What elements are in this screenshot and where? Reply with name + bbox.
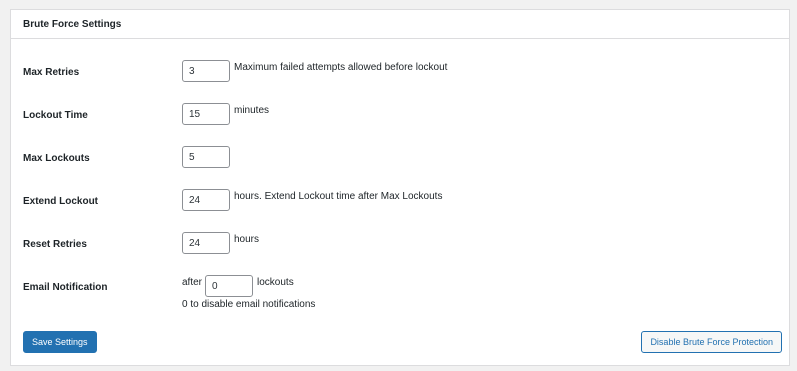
max-retries-description: Maximum failed attempts allowed before l… bbox=[234, 61, 448, 73]
email-notification-unit: lockouts bbox=[257, 276, 294, 288]
panel-title: Brute Force Settings bbox=[11, 10, 789, 39]
extend-lockout-input[interactable] bbox=[182, 189, 230, 211]
max-lockouts-label: Max Lockouts bbox=[23, 153, 90, 164]
brute-force-settings-panel: Brute Force Settings Max Retries Maximum… bbox=[10, 9, 790, 366]
lockout-time-unit: minutes bbox=[234, 104, 270, 116]
max-retries-field: Maximum failed attempts allowed before l… bbox=[182, 60, 447, 82]
lockout-time-field: minutes bbox=[182, 103, 269, 125]
disable-brute-force-button[interactable]: Disable Brute Force Protection bbox=[641, 331, 782, 353]
reset-retries-unit: hours bbox=[234, 233, 260, 245]
reset-retries-field: hours bbox=[182, 232, 259, 254]
extend-lockout-description: hours. Extend Lockout time after Max Loc… bbox=[234, 190, 443, 202]
extend-lockout-label: Extend Lockout bbox=[23, 196, 99, 207]
max-retries-label: Max Retries bbox=[23, 67, 80, 78]
extend-lockout-field: hours. Extend Lockout time after Max Loc… bbox=[182, 189, 442, 211]
max-lockouts-field bbox=[182, 146, 230, 168]
max-lockouts-input[interactable] bbox=[182, 146, 230, 168]
email-notification-prefix: after bbox=[182, 276, 203, 288]
max-retries-input[interactable] bbox=[182, 60, 230, 82]
lockout-time-input[interactable] bbox=[182, 103, 230, 125]
email-notification-field: after lockouts bbox=[182, 275, 294, 297]
reset-retries-label: Reset Retries bbox=[23, 239, 87, 250]
lockout-time-label: Lockout Time bbox=[23, 110, 88, 121]
email-notification-help: 0 to disable email notifications bbox=[182, 299, 316, 310]
email-notification-input[interactable] bbox=[205, 275, 254, 297]
reset-retries-input[interactable] bbox=[182, 232, 230, 254]
email-notification-label: Email Notification bbox=[23, 282, 108, 293]
save-settings-button[interactable]: Save Settings bbox=[23, 331, 97, 353]
